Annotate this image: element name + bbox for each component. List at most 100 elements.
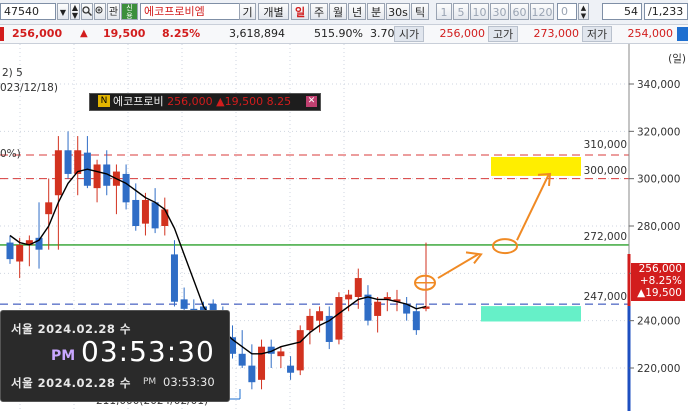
interval-stepper-icon[interactable]: ▲ ▼ bbox=[578, 3, 589, 20]
target-zone bbox=[491, 157, 581, 176]
candle-body bbox=[45, 202, 53, 215]
period-year-button[interactable]: 년 bbox=[348, 3, 366, 20]
period-tick-button[interactable]: 틱 bbox=[411, 3, 429, 20]
chart-header-left: 2) 5 bbox=[2, 67, 23, 79]
candle-body bbox=[335, 297, 343, 340]
code-stepper-icon[interactable]: ▲ ▼ bbox=[70, 3, 80, 20]
gi-button[interactable]: 기 bbox=[239, 3, 256, 20]
up-arrow-icon: ▲ bbox=[216, 95, 225, 108]
high-label: 고가 bbox=[488, 26, 518, 42]
series-legend[interactable]: N 에코프로비 256,000 ▲19,500 8.25 ✕ bbox=[89, 93, 321, 111]
candle-body bbox=[6, 242, 14, 260]
view-total-field: /1,233 bbox=[644, 3, 688, 20]
candle-body bbox=[122, 173, 130, 203]
high-value: 273,000 bbox=[533, 27, 580, 40]
candle-body bbox=[151, 202, 159, 229]
level-label-310: 310,000 bbox=[584, 139, 627, 151]
price-indicator bbox=[0, 27, 4, 41]
candle-body bbox=[296, 330, 304, 371]
legend-badge: N bbox=[98, 95, 110, 107]
candle-body bbox=[141, 199, 149, 224]
legend-close-icon[interactable]: ✕ bbox=[306, 96, 317, 107]
up-arrow-icon: ▲ bbox=[80, 28, 88, 39]
candle-body bbox=[345, 294, 353, 300]
price-change: 19,500 bbox=[103, 27, 146, 40]
candle-body bbox=[277, 351, 285, 357]
price-tag-change: ▲19,500 bbox=[637, 287, 682, 299]
candle-body bbox=[16, 244, 24, 262]
interval-stepper-input[interactable]: 0 bbox=[557, 3, 577, 20]
candle-body bbox=[180, 299, 188, 309]
legend-pct: 8.25 bbox=[266, 95, 292, 108]
clock-bottom-ampm: PM bbox=[143, 377, 157, 387]
current-price-tag: 256,000 +8.25% ▲19,500 bbox=[631, 263, 685, 301]
clock-bottom-time: 03:53:30 bbox=[163, 375, 215, 389]
stock-code-input[interactable]: 47540 bbox=[0, 3, 56, 20]
period-minute-button[interactable]: 분 bbox=[367, 3, 385, 20]
volume: 3,618,894 bbox=[229, 27, 285, 40]
candle-body bbox=[374, 301, 382, 316]
candle-body bbox=[306, 315, 314, 331]
clock-bottom-date: 서울 2024.02.28 수 bbox=[11, 376, 131, 390]
candle-body bbox=[364, 294, 372, 321]
chart-unit-label: (일) bbox=[668, 52, 686, 65]
candle-body bbox=[238, 353, 246, 366]
change-percent: 8.25% bbox=[162, 27, 201, 40]
search-icon[interactable] bbox=[81, 3, 93, 20]
candle-body bbox=[287, 365, 295, 373]
candle-body bbox=[412, 311, 420, 331]
y-tick-label: 220,000 bbox=[637, 363, 680, 375]
price-tag-pct: +8.25% bbox=[639, 275, 682, 287]
y-tick-label: 280,000 bbox=[637, 221, 680, 233]
gaebyeol-button[interactable]: 개별 bbox=[258, 3, 289, 20]
y-tick-label: 240,000 bbox=[637, 316, 680, 328]
candle-body bbox=[93, 164, 101, 189]
interval-60-button[interactable]: 60 bbox=[510, 3, 529, 20]
open-label: 시가 bbox=[394, 26, 424, 42]
period-week-button[interactable]: 주 bbox=[310, 3, 328, 20]
clock-widget: 서울 2024.02.28 수 PM 03:53:30 서울 2024.02.2… bbox=[0, 310, 230, 402]
low-label: 저가 bbox=[582, 26, 612, 42]
view-count-input[interactable]: 54 bbox=[602, 3, 642, 20]
level-label-272: 272,000 bbox=[584, 231, 627, 243]
chart-header-date: 023/12/18) bbox=[0, 82, 58, 94]
current-price: 256,000 bbox=[12, 27, 63, 40]
candle-body bbox=[325, 315, 333, 342]
chart-header-pct: 0%) bbox=[0, 148, 21, 160]
volume-ratio: 515.90% bbox=[314, 27, 363, 40]
candle-body bbox=[316, 311, 324, 321]
candle-body bbox=[258, 346, 266, 380]
support-zone bbox=[481, 306, 581, 322]
interval-1-button[interactable]: 1 bbox=[436, 3, 452, 20]
y-tick-label: 340,000 bbox=[637, 79, 680, 91]
period-day-button[interactable]: 일 bbox=[291, 3, 309, 20]
expand-icon[interactable] bbox=[677, 27, 688, 41]
candle-body bbox=[161, 209, 169, 226]
candle-body bbox=[170, 254, 178, 302]
level-label-247: 247,000 bbox=[584, 291, 627, 303]
interval-5-button[interactable]: 5 bbox=[453, 3, 469, 20]
candle bbox=[335, 292, 343, 345]
candle-body bbox=[248, 365, 256, 383]
clock-ampm: PM bbox=[51, 348, 76, 364]
legend-price: 256,000 bbox=[167, 95, 213, 108]
gwan-button[interactable]: 관 bbox=[107, 3, 120, 20]
interval-30-button[interactable]: 30 bbox=[490, 3, 509, 20]
period-30s-button[interactable]: 30s bbox=[386, 3, 410, 20]
zoom-icon[interactable] bbox=[94, 3, 106, 20]
investor-badge-icon[interactable]: 신용 bbox=[121, 3, 138, 20]
open-value: 256,000 bbox=[439, 27, 486, 40]
candle-body bbox=[64, 150, 72, 174]
clock-time: 03:53:30 bbox=[81, 335, 215, 368]
price-tag-price: 256,000 bbox=[638, 263, 682, 275]
toolbar: 47540 ▼ ▲ ▼ 관 신용 에코프로비엠 기 개별 일 주 월 년 분 30… bbox=[0, 0, 688, 25]
legend-change: 19,500 bbox=[224, 95, 264, 108]
low-value: 254,000 bbox=[627, 27, 674, 40]
period-month-button[interactable]: 월 bbox=[329, 3, 347, 20]
level-label-300: 300,000 bbox=[584, 165, 627, 177]
code-dropdown-icon[interactable]: ▼ bbox=[57, 3, 69, 20]
candle-body bbox=[54, 150, 62, 196]
y-tick-label: 320,000 bbox=[637, 126, 680, 138]
interval-10-button[interactable]: 10 bbox=[470, 3, 489, 20]
interval-120-button[interactable]: 120 bbox=[530, 3, 554, 20]
